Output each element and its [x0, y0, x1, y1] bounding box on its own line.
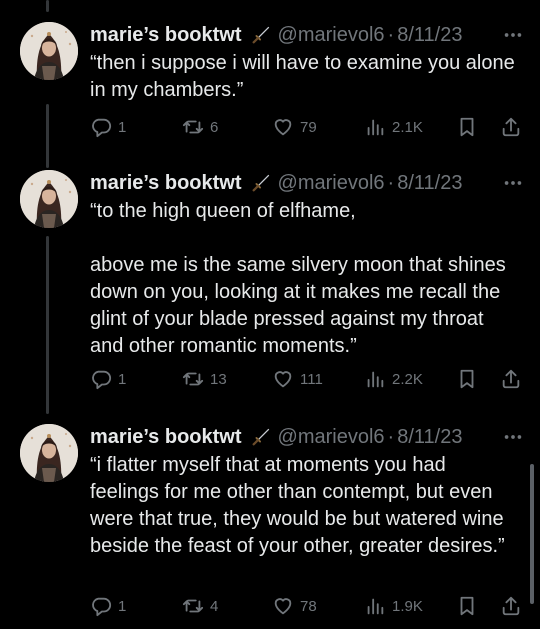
- dagger-icon: [250, 24, 272, 46]
- repost-count: 13: [210, 370, 227, 388]
- tweet-header: marie’s booktwt @marievol6 · 8/11/23: [90, 22, 540, 48]
- avatar[interactable]: [20, 170, 78, 228]
- like-count: 79: [300, 118, 317, 136]
- views-button[interactable]: 2.1K: [364, 114, 423, 140]
- like-button[interactable]: 111: [272, 366, 323, 392]
- share-icon: [500, 595, 522, 617]
- reply-button[interactable]: 1: [90, 366, 126, 392]
- reply-count: 1: [118, 118, 127, 136]
- bookmark-icon: [456, 595, 478, 617]
- share-icon: [500, 368, 522, 390]
- bookmark-button[interactable]: [456, 114, 478, 140]
- repost-icon: [182, 368, 204, 390]
- more-icon[interactable]: [502, 424, 524, 450]
- action-bar: 1 13 111 2.2K: [90, 366, 524, 392]
- views-button[interactable]: 1.9K: [364, 593, 423, 619]
- repost-icon: [182, 595, 204, 617]
- display-name[interactable]: marie’s booktwt: [90, 426, 242, 449]
- tweet-header: marie’s booktwt @marievol6 · 8/11/23: [90, 424, 540, 450]
- repost-button[interactable]: 13: [182, 366, 227, 392]
- display-name[interactable]: marie’s booktwt: [90, 172, 242, 195]
- repost-icon: [182, 116, 204, 138]
- separator: ·: [387, 171, 395, 194]
- views-icon: [364, 368, 386, 390]
- thread-line-top: [46, 0, 49, 12]
- share-button[interactable]: [500, 366, 522, 392]
- avatar[interactable]: [20, 22, 78, 80]
- share-button[interactable]: [500, 114, 522, 140]
- repost-count: 4: [210, 597, 219, 615]
- display-name[interactable]: marie’s booktwt: [90, 24, 242, 47]
- view-count: 2.1K: [392, 118, 423, 136]
- thread-line-1: [46, 104, 49, 168]
- bookmark-button[interactable]: [456, 593, 478, 619]
- avatar[interactable]: [20, 424, 78, 482]
- like-count: 78: [300, 597, 317, 615]
- heart-icon: [272, 116, 294, 138]
- handle[interactable]: @marievol6: [278, 24, 385, 47]
- like-button[interactable]: 78: [272, 593, 317, 619]
- dagger-icon: [250, 172, 272, 194]
- heart-icon: [272, 595, 294, 617]
- like-button[interactable]: 79: [272, 114, 317, 140]
- more-icon[interactable]: [502, 22, 524, 48]
- bookmark-icon: [456, 116, 478, 138]
- handle[interactable]: @marievol6: [278, 426, 385, 449]
- separator: ·: [387, 23, 395, 46]
- repost-button[interactable]: 6: [182, 114, 218, 140]
- like-count: 111: [300, 370, 323, 388]
- reply-count: 1: [118, 370, 127, 388]
- timestamp[interactable]: 8/11/23: [397, 426, 462, 449]
- tweet-text: “then i suppose i will have to examine y…: [90, 52, 521, 101]
- repost-button[interactable]: 4: [182, 593, 218, 619]
- reply-icon: [90, 116, 112, 138]
- share-icon: [500, 116, 522, 138]
- dagger-icon: [250, 426, 272, 448]
- scrollbar[interactable]: [530, 464, 534, 604]
- reply-button[interactable]: 1: [90, 114, 126, 140]
- share-button[interactable]: [500, 593, 522, 619]
- action-bar: 1 4 78 1.9K: [90, 593, 524, 619]
- bookmark-button[interactable]: [456, 366, 478, 392]
- thread-line-2: [46, 236, 49, 414]
- view-count: 2.2K: [392, 370, 423, 388]
- view-count: 1.9K: [392, 597, 423, 615]
- separator: ·: [387, 425, 395, 448]
- views-button[interactable]: 2.2K: [364, 366, 423, 392]
- tweet-text: “to the high queen of elfhame, above me …: [90, 200, 506, 357]
- reply-icon: [90, 368, 112, 390]
- repost-count: 6: [210, 118, 219, 136]
- action-bar: 1 6 79 2.1K: [90, 114, 524, 140]
- timestamp[interactable]: 8/11/23: [397, 24, 462, 47]
- reply-icon: [90, 595, 112, 617]
- tweet-header: marie’s booktwt @marievol6 · 8/11/23: [90, 170, 540, 196]
- handle[interactable]: @marievol6: [278, 172, 385, 195]
- views-icon: [364, 595, 386, 617]
- more-icon[interactable]: [502, 170, 524, 196]
- views-icon: [364, 116, 386, 138]
- tweet-text: “i flatter myself that at moments you ha…: [90, 454, 510, 557]
- timestamp[interactable]: 8/11/23: [397, 172, 462, 195]
- heart-icon: [272, 368, 294, 390]
- bookmark-icon: [456, 368, 478, 390]
- reply-button[interactable]: 1: [90, 593, 126, 619]
- reply-count: 1: [118, 597, 127, 615]
